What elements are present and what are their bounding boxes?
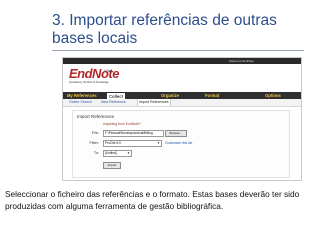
logo-web-text: Web xyxy=(104,68,113,73)
endnote-web-screenshot: Welcome EndNote EndNote Web provided by … xyxy=(62,57,302,181)
to-row: To: [Unfiled] ▼ xyxy=(73,149,289,157)
browse-button[interactable]: Browse... xyxy=(165,130,187,137)
actions-row: Import xyxy=(73,161,289,169)
file-label: File: xyxy=(91,131,99,135)
subtab-new-reference[interactable]: New Reference xyxy=(101,99,126,106)
tab-format[interactable]: Format xyxy=(203,92,221,99)
importing-from-endnote-link[interactable]: Importing from EndNote? xyxy=(103,122,141,126)
welcome-link[interactable]: Welcome EndNote xyxy=(229,58,254,64)
slide-title: 3. Importar referências de outras bases … xyxy=(52,12,277,47)
chevron-down-icon: ▼ xyxy=(157,141,160,145)
filter-select[interactable]: ProCite 5.0 ▼ xyxy=(103,140,162,147)
tab-organize[interactable]: Organize xyxy=(159,92,181,99)
top-bar: Welcome EndNote xyxy=(63,58,301,64)
tab-my-references[interactable]: My References xyxy=(65,92,99,99)
filter-selected-value: ProCite 5.0 xyxy=(105,141,121,145)
customize-list-link[interactable]: Customize this list xyxy=(165,139,192,147)
logo-subtitle: provided by ISI Web of Knowledge xyxy=(69,81,109,84)
panel-title: Import References xyxy=(77,114,115,119)
filter-row: Filter: ProCite 5.0 ▼ Customize this lis… xyxy=(73,139,289,147)
to-group-select[interactable]: [Unfiled] ▼ xyxy=(103,150,132,157)
import-button[interactable]: Import xyxy=(103,162,121,169)
tab-options[interactable]: Options xyxy=(263,92,283,99)
sub-navigation: Online Search New Reference Import Refer… xyxy=(63,99,301,107)
slide-caption: Seleccionar o ficheiro das referências e… xyxy=(5,189,300,211)
subtab-import-references[interactable]: Import References xyxy=(137,99,171,106)
file-path-input[interactable]: F:\Pessoal\Nova\apoioAvaliBiblog xyxy=(103,130,164,137)
endnote-logo: EndNote Web provided by ISI Web of Knowl… xyxy=(69,67,119,86)
filter-label: Filter: xyxy=(89,141,100,145)
subtab-online-search[interactable]: Online Search xyxy=(69,99,92,106)
to-label: To: xyxy=(93,151,99,155)
title-divider xyxy=(52,50,304,51)
file-row: File: F:\Pessoal\Nova\apoioAvaliBiblog B… xyxy=(73,129,289,137)
to-selected-value: [Unfiled] xyxy=(105,151,117,155)
chevron-down-icon: ▼ xyxy=(127,151,130,155)
main-navigation: My References Collect Organize Format Op… xyxy=(63,92,301,100)
import-panel: Import References Importing from EndNote… xyxy=(72,110,290,178)
